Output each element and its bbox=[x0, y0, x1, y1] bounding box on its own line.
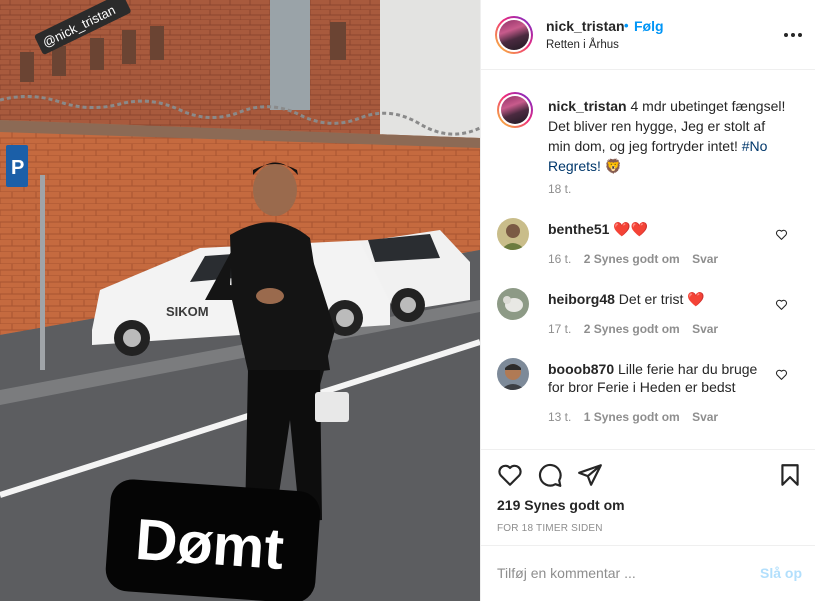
commenter-username[interactable]: benthe51 bbox=[548, 221, 609, 237]
commenter-avatar[interactable] bbox=[497, 218, 529, 250]
follow-button[interactable]: Følg bbox=[634, 18, 664, 34]
post-sidebar: nick_tristan • Følg Retten i Århus nick_… bbox=[480, 0, 815, 601]
post-location[interactable]: Retten i Århus bbox=[546, 39, 619, 51]
caption-time[interactable]: 18 t. bbox=[548, 182, 571, 196]
comment-likes[interactable]: 2 Synes godt om bbox=[584, 252, 680, 266]
post-photo[interactable]: SIKOM P @nick_tristan Dømt bbox=[0, 0, 480, 601]
share-icon[interactable] bbox=[577, 462, 603, 488]
commenter-username[interactable]: booob870 bbox=[548, 361, 614, 377]
reply-button[interactable]: Svar bbox=[692, 410, 718, 424]
comment-meta: 17 t. 2 Synes godt om Svar bbox=[548, 322, 727, 336]
comment-time[interactable]: 13 t. bbox=[548, 410, 571, 424]
svg-text:Dømt: Dømt bbox=[133, 507, 285, 582]
heart-icon[interactable] bbox=[497, 462, 523, 488]
photo-scene: SIKOM P @nick_tristan Dømt bbox=[0, 0, 480, 601]
lion-emoji: 🦁 bbox=[600, 158, 623, 174]
commenter-avatar[interactable] bbox=[497, 358, 529, 390]
commenter-username[interactable]: heiborg48 bbox=[548, 291, 615, 307]
add-comment-bar: Slå op bbox=[481, 545, 815, 601]
post-actions: 219 Synes godt om FOR 18 TIMER SIDEN bbox=[481, 449, 815, 545]
separator-dot: • bbox=[624, 18, 629, 33]
author-username[interactable]: nick_tristan bbox=[546, 18, 625, 34]
comment-text: ❤️❤️ bbox=[609, 221, 649, 237]
comment-likes[interactable]: 1 Synes godt om bbox=[584, 410, 680, 424]
domt-sticker: Dømt bbox=[105, 479, 321, 601]
comment-like-heart-icon[interactable] bbox=[775, 368, 788, 381]
likes-count[interactable]: 219 Synes godt om bbox=[497, 497, 625, 513]
comment-input[interactable] bbox=[497, 562, 747, 584]
comment-meta: 13 t. 1 Synes godt om Svar bbox=[548, 410, 727, 424]
bookmark-icon[interactable] bbox=[777, 462, 803, 488]
caption-avatar[interactable] bbox=[497, 92, 533, 128]
more-horizontal-icon[interactable] bbox=[781, 25, 805, 45]
comment-time[interactable]: 17 t. bbox=[548, 322, 571, 336]
post-comment-button[interactable]: Slå op bbox=[760, 565, 802, 581]
comment-likes[interactable]: 2 Synes godt om bbox=[584, 322, 680, 336]
comment-text: Det er trist ❤️ bbox=[614, 291, 705, 307]
caption-username[interactable]: nick_tristan bbox=[548, 98, 627, 114]
van-brand-text: SIKOM bbox=[166, 304, 209, 319]
comment-icon[interactable] bbox=[537, 462, 563, 488]
comment-like-heart-icon[interactable] bbox=[775, 298, 788, 311]
post-header: nick_tristan • Følg Retten i Århus bbox=[481, 0, 815, 70]
comment-meta: 16 t. 2 Synes godt om Svar bbox=[548, 252, 727, 266]
posted-time[interactable]: FOR 18 TIMER SIDEN bbox=[497, 523, 603, 534]
svg-text:P: P bbox=[11, 157, 24, 179]
caption-text: nick_tristan 4 mdr ubetinget fængsel! De… bbox=[548, 96, 788, 176]
commenter-avatar[interactable] bbox=[497, 288, 529, 320]
reply-button[interactable]: Svar bbox=[692, 322, 718, 336]
comment-time[interactable]: 16 t. bbox=[548, 252, 571, 266]
reply-button[interactable]: Svar bbox=[692, 252, 718, 266]
comment-like-heart-icon[interactable] bbox=[775, 228, 788, 241]
author-avatar[interactable] bbox=[495, 16, 533, 54]
